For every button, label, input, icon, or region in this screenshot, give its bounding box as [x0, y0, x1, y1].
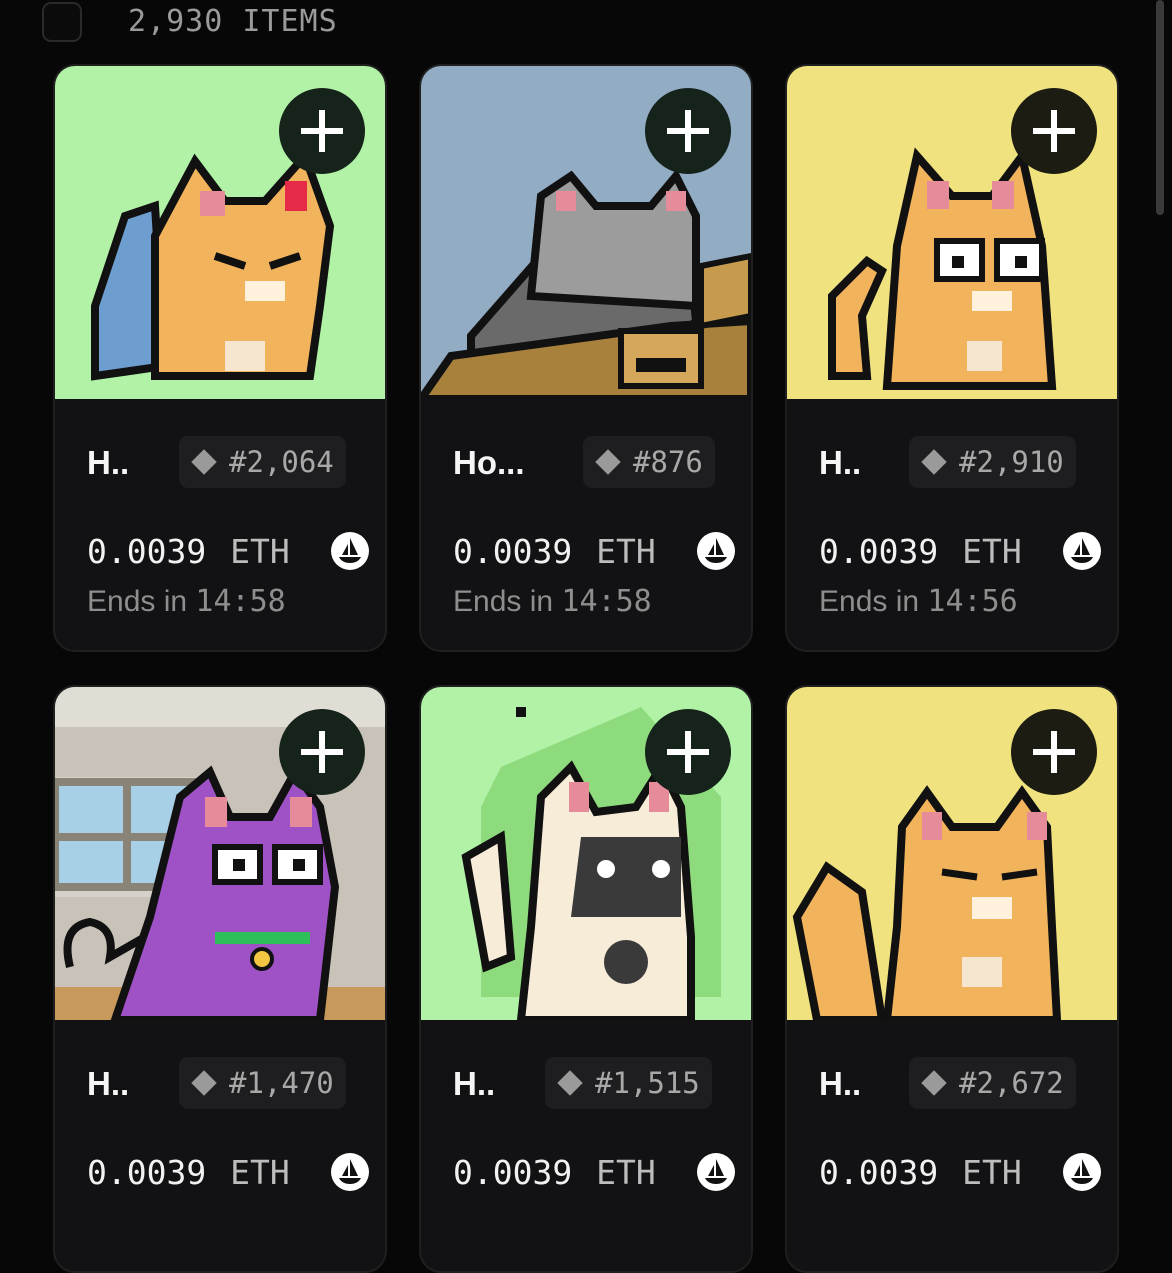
nft-name[interactable]: H..: [453, 1065, 495, 1103]
nft-card[interactable]: H.. #2,064 0.0039 ETH Ends in 14:58: [53, 64, 387, 652]
nft-card[interactable]: H.. #2,672 0.0039 ETH: [785, 685, 1119, 1273]
ends-time: 14:58: [195, 584, 286, 619]
ethereum-diamond-icon: [921, 449, 947, 475]
ethereum-diamond-icon: [191, 1070, 217, 1096]
ends-label: Ends in: [453, 585, 554, 618]
token-id-badge: #876: [583, 436, 715, 488]
price-amount: 0.0039: [453, 1153, 573, 1192]
opensea-icon[interactable]: [331, 1153, 369, 1191]
price: 0.0039 ETH: [819, 1153, 1022, 1192]
price: 0.0039 ETH: [453, 1153, 656, 1192]
auction-ends: Ends in 14:56: [819, 584, 1018, 619]
price-currency: ETH: [596, 532, 656, 571]
ethereum-diamond-icon: [191, 449, 217, 475]
nft-name[interactable]: H..: [819, 1065, 861, 1103]
auction-ends: Ends in 14:58: [87, 584, 286, 619]
nft-name[interactable]: H..: [87, 444, 129, 482]
ends-label: Ends in: [819, 585, 920, 618]
nft-card[interactable]: H.. #1,515 0.0039 ETH: [419, 685, 753, 1273]
scrollbar[interactable]: [1156, 0, 1164, 215]
nft-image[interactable]: [421, 687, 751, 1020]
select-all-checkbox[interactable]: [42, 2, 82, 42]
add-to-cart-button[interactable]: [1011, 709, 1097, 795]
ends-time: 14:58: [561, 584, 652, 619]
add-to-cart-button[interactable]: [645, 709, 731, 795]
add-to-cart-button[interactable]: [279, 709, 365, 795]
token-id: #876: [633, 445, 703, 479]
ethereum-diamond-icon: [595, 449, 621, 475]
opensea-icon[interactable]: [1063, 1153, 1101, 1191]
add-to-cart-button[interactable]: [645, 88, 731, 174]
opensea-icon[interactable]: [331, 532, 369, 570]
token-id-badge: #1,515: [545, 1057, 712, 1109]
price-currency: ETH: [596, 1153, 656, 1192]
token-id-badge: #1,470: [179, 1057, 346, 1109]
price-currency: ETH: [230, 532, 290, 571]
item-count: 2,930 ITEMS: [128, 4, 338, 39]
price: 0.0039 ETH: [87, 1153, 290, 1192]
nft-card[interactable]: Ho... #876 0.0039 ETH Ends in 14:58: [419, 64, 753, 652]
token-id: #2,910: [959, 445, 1064, 479]
price: 0.0039 ETH: [819, 532, 1022, 571]
add-to-cart-button[interactable]: [279, 88, 365, 174]
opensea-icon[interactable]: [1063, 532, 1101, 570]
ends-label: Ends in: [87, 585, 188, 618]
nft-image[interactable]: [421, 66, 751, 399]
token-id-badge: #2,064: [179, 436, 346, 488]
nft-name[interactable]: H..: [87, 1065, 129, 1103]
nft-image[interactable]: [55, 687, 385, 1020]
price-amount: 0.0039: [819, 1153, 939, 1192]
price-currency: ETH: [962, 532, 1022, 571]
price-currency: ETH: [230, 1153, 290, 1192]
opensea-icon[interactable]: [697, 1153, 735, 1191]
ethereum-diamond-icon: [921, 1070, 947, 1096]
price-currency: ETH: [962, 1153, 1022, 1192]
nft-image[interactable]: [787, 687, 1117, 1020]
nft-card[interactable]: H.. #2,910 0.0039 ETH Ends in 14:56: [785, 64, 1119, 652]
price: 0.0039 ETH: [87, 532, 290, 571]
opensea-icon[interactable]: [697, 532, 735, 570]
price-amount: 0.0039: [453, 532, 573, 571]
price: 0.0039 ETH: [453, 532, 656, 571]
token-id: #2,672: [959, 1066, 1064, 1100]
nft-image[interactable]: [55, 66, 385, 399]
nft-card[interactable]: H.. #1,470 0.0039 ETH: [53, 685, 387, 1273]
ends-time: 14:56: [927, 584, 1018, 619]
nft-image[interactable]: [787, 66, 1117, 399]
price-amount: 0.0039: [87, 532, 207, 571]
add-to-cart-button[interactable]: [1011, 88, 1097, 174]
auction-ends: Ends in 14:58: [453, 584, 652, 619]
token-id-badge: #2,910: [909, 436, 1076, 488]
token-id: #2,064: [229, 445, 334, 479]
nft-name[interactable]: H..: [819, 444, 861, 482]
price-amount: 0.0039: [87, 1153, 207, 1192]
nft-name[interactable]: Ho...: [453, 444, 525, 482]
token-id: #1,515: [595, 1066, 700, 1100]
token-id-badge: #2,672: [909, 1057, 1076, 1109]
ethereum-diamond-icon: [557, 1070, 583, 1096]
token-id: #1,470: [229, 1066, 334, 1100]
collection-toolbar: 2,930 ITEMS: [0, 0, 1172, 50]
price-amount: 0.0039: [819, 532, 939, 571]
